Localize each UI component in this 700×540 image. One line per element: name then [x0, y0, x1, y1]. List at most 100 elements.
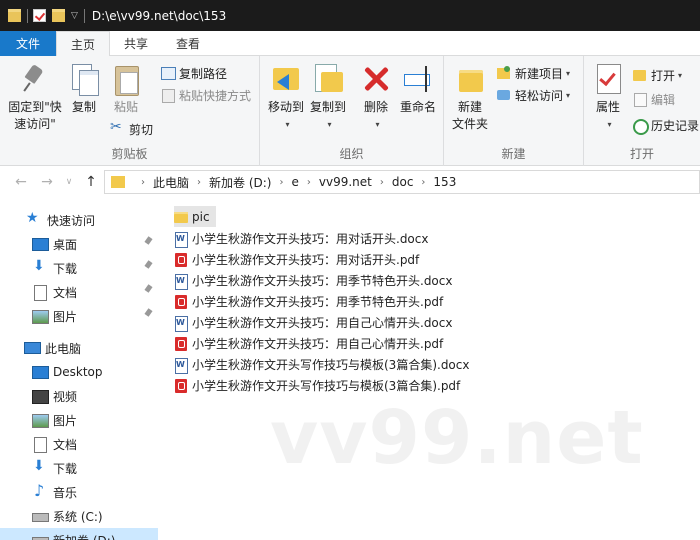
easy-access-button[interactable]: 轻松访问 ▾: [496, 86, 570, 104]
sidebar-item-downloads[interactable]: 下载: [0, 256, 158, 280]
divider: [27, 8, 28, 23]
desktop-icon: [32, 237, 49, 251]
sidebar-item-pc-pictures[interactable]: 图片: [0, 408, 158, 432]
clipboard-group: 固定到"快 速访问" 复制 粘贴 复制路径 粘贴快捷方式 剪切 剪贴板: [0, 56, 260, 166]
list-item[interactable]: 小学生秋游作文开头技巧：用季节特色开头.docx: [174, 270, 452, 291]
chevron-right-icon[interactable]: ›: [421, 177, 425, 188]
tab-share[interactable]: 共享: [110, 31, 162, 56]
folder-icon: [8, 9, 21, 22]
delete-button[interactable]: 删除 ▾: [360, 62, 392, 133]
navigation-pane: 快速访问 桌面 下载 文档 图片 此电脑 Desktop 视频 图片 文档: [0, 198, 158, 540]
divider: [83, 8, 85, 23]
chevron-right-icon[interactable]: ›: [307, 177, 311, 188]
address-bar[interactable]: › 此电脑 › 新加卷 (D:) › e › vv99.net › doc › …: [104, 170, 700, 194]
star-icon: [26, 210, 42, 227]
sidebar-item-documents[interactable]: 文档: [0, 280, 158, 304]
chevron-right-icon[interactable]: ›: [141, 177, 145, 188]
new-folder-quick-icon[interactable]: [52, 9, 65, 22]
properties-quick-icon[interactable]: [33, 9, 46, 22]
list-item[interactable]: 小学生秋游作文开头写作技巧与模板(3篇合集).docx: [174, 354, 469, 375]
folder-icon: [174, 209, 188, 225]
rename-button[interactable]: 重命名: [398, 62, 438, 116]
word-document-icon: [174, 231, 188, 248]
properties-button[interactable]: 属性 ▾: [592, 62, 624, 133]
breadcrumb-doc[interactable]: doc: [392, 175, 414, 189]
sidebar-item-quick-access[interactable]: 快速访问: [0, 208, 158, 232]
sidebar-item-this-pc[interactable]: 此电脑: [0, 336, 158, 360]
group-label: 新建: [501, 147, 526, 161]
new-item-button[interactable]: 新建项目 ▾: [496, 64, 570, 82]
pdf-icon: [174, 294, 188, 310]
new-folder-button[interactable]: 新建 文件夹: [450, 62, 490, 133]
word-document-icon: [174, 315, 188, 332]
sidebar-item-pc-desktop[interactable]: Desktop: [0, 360, 158, 384]
list-item[interactable]: 小学生秋游作文开头技巧：用对话开头.docx: [174, 228, 428, 249]
edit-icon: [632, 92, 647, 107]
tab-home[interactable]: 主页: [56, 31, 111, 57]
sidebar-item-pictures[interactable]: 图片: [0, 304, 158, 328]
list-item[interactable]: 小学生秋游作文开头技巧：用对话开头.pdf: [174, 249, 419, 270]
picture-icon: [32, 309, 49, 324]
list-item[interactable]: 小学生秋游作文开头技巧：用自己心情开头.docx: [174, 312, 452, 333]
pin-icon: [144, 309, 152, 319]
paste-button[interactable]: 粘贴: [110, 62, 142, 116]
word-document-icon: [174, 357, 188, 374]
paste-shortcut-button[interactable]: 粘贴快捷方式: [160, 86, 251, 104]
back-arrow-icon[interactable]: ←: [10, 171, 32, 193]
pin-icon: [144, 261, 152, 271]
chevron-down-icon[interactable]: ▽: [71, 11, 78, 21]
breadcrumb-this-pc[interactable]: 此电脑: [153, 174, 189, 191]
new-group: 新建 文件夹 新建项目 ▾ 轻松访问 ▾ 新建: [444, 56, 584, 166]
paste-shortcut-icon: [160, 88, 175, 103]
sidebar-item-drive-c[interactable]: 系统 (C:): [0, 504, 158, 528]
chevron-right-icon[interactable]: ›: [197, 177, 201, 188]
rename-icon: [403, 62, 433, 96]
list-item-folder-pic[interactable]: pic: [174, 206, 216, 227]
chevron-down-icon: ▾: [285, 120, 290, 129]
computer-icon: [24, 341, 41, 355]
sidebar-item-desktop[interactable]: 桌面: [0, 232, 158, 256]
music-icon: [32, 481, 48, 500]
move-to-button[interactable]: 移动到 ▾: [266, 62, 306, 133]
list-item[interactable]: 小学生秋游作文开头写作技巧与模板(3篇合集).pdf: [174, 375, 460, 396]
list-item[interactable]: 小学生秋游作文开头技巧：用季节特色开头.pdf: [174, 291, 443, 312]
download-icon: [32, 458, 48, 475]
new-item-icon: [496, 66, 511, 80]
pin-icon: [144, 237, 152, 247]
recent-locations-chevron-icon[interactable]: ∨: [58, 171, 80, 193]
sidebar-item-drive-d[interactable]: 新加卷 (D:): [0, 528, 158, 540]
breadcrumb-e[interactable]: e: [291, 175, 298, 189]
desktop-icon: [32, 365, 49, 379]
forward-arrow-icon[interactable]: →: [36, 171, 58, 193]
chevron-right-icon[interactable]: ›: [380, 177, 384, 188]
chevron-down-icon: ▾: [678, 70, 683, 80]
list-item[interactable]: 小学生秋游作文开头技巧：用自己心情开头.pdf: [174, 333, 443, 354]
history-button[interactable]: 历史记录: [632, 116, 699, 135]
sidebar-item-pc-documents[interactable]: 文档: [0, 432, 158, 456]
sidebar-item-videos[interactable]: 视频: [0, 384, 158, 408]
sidebar-item-music[interactable]: 音乐: [0, 480, 158, 504]
copy-to-button[interactable]: 复制到 ▾: [308, 62, 348, 133]
chevron-down-icon: ▾: [607, 120, 612, 129]
video-icon: [32, 389, 49, 404]
group-label: 组织: [339, 147, 364, 161]
breadcrumb-153[interactable]: 153: [433, 175, 456, 189]
copy-button[interactable]: 复制: [68, 62, 100, 116]
tab-view[interactable]: 查看: [162, 31, 214, 56]
sidebar-item-pc-downloads[interactable]: 下载: [0, 456, 158, 480]
word-document-icon: [174, 273, 188, 290]
up-arrow-icon[interactable]: ↑: [80, 171, 102, 193]
cut-button[interactable]: 剪切: [110, 119, 153, 138]
chevron-down-icon: ▾: [566, 90, 571, 100]
tab-file[interactable]: 文件: [0, 31, 56, 56]
breadcrumb-drive-d[interactable]: 新加卷 (D:): [209, 174, 271, 191]
breadcrumb-vv99[interactable]: vv99.net: [319, 175, 372, 189]
copy-path-button[interactable]: 复制路径: [160, 64, 227, 82]
title-bar: ▽ D:\e\vv99.net\doc\153: [0, 0, 700, 31]
open-button[interactable]: 打开 ▾: [632, 66, 682, 84]
edit-button[interactable]: 编辑: [632, 90, 675, 108]
document-icon: [32, 285, 48, 301]
chevron-right-icon[interactable]: ›: [279, 177, 283, 188]
ribbon-tabs: 文件 主页 共享 查看: [0, 31, 700, 57]
pin-quick-access-button[interactable]: 固定到"快 速访问": [6, 62, 64, 133]
